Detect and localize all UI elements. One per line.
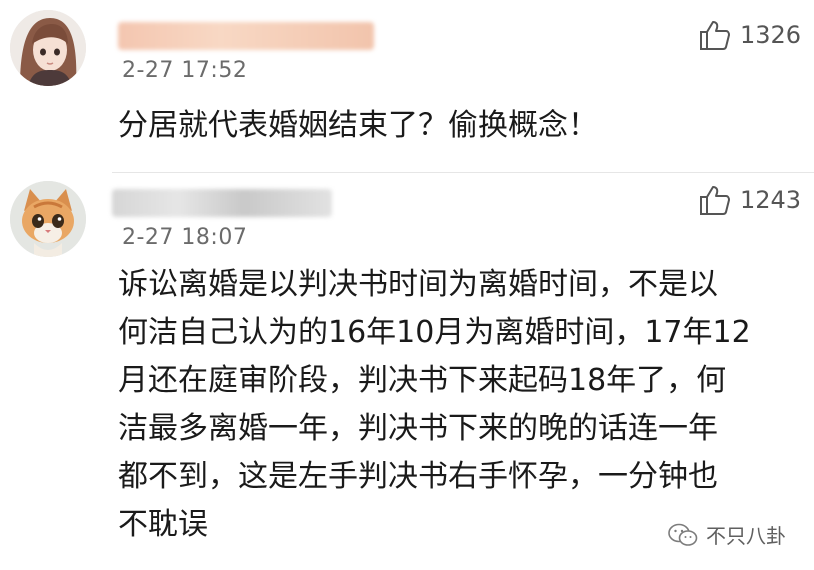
thumbs-up-icon [700, 21, 730, 50]
username-blurred[interactable] [112, 189, 332, 217]
watermark: 不只八卦 [668, 520, 786, 549]
thumbs-up-icon [700, 186, 730, 215]
comment-time: 2-27 17:52 [122, 58, 248, 83]
divider [112, 172, 814, 173]
like-count: 1243 [740, 186, 802, 214]
girl-avatar-icon [10, 10, 86, 86]
like-button[interactable]: 1243 [698, 183, 801, 217]
comment-text: 诉讼离婚是以判决书时间为离婚时间，不是以 何洁自己认为的16年10月为离婚时间，… [118, 267, 751, 542]
avatar[interactable] [10, 181, 86, 257]
comment-text: 分居就代表婚姻结束了？偷换概念！ [118, 108, 598, 143]
comment-item: 2-27 18:07 1243 诉讼离婚是以判决书时间为离婚时间，不是以 何洁自… [0, 175, 814, 570]
like-button[interactable]: 1326 [698, 18, 801, 52]
watermark-text: 不只八卦 [706, 524, 786, 548]
comment-time: 2-27 18:07 [122, 225, 248, 250]
username-blurred[interactable] [118, 22, 374, 50]
avatar[interactable] [10, 10, 86, 86]
wechat-icon [668, 523, 698, 546]
kitten-avatar-icon [10, 181, 86, 257]
comment-item: 2-27 17:52 1326 分居就代表婚姻结束了？偷换概念！ [0, 0, 814, 175]
like-count: 1326 [740, 21, 802, 49]
